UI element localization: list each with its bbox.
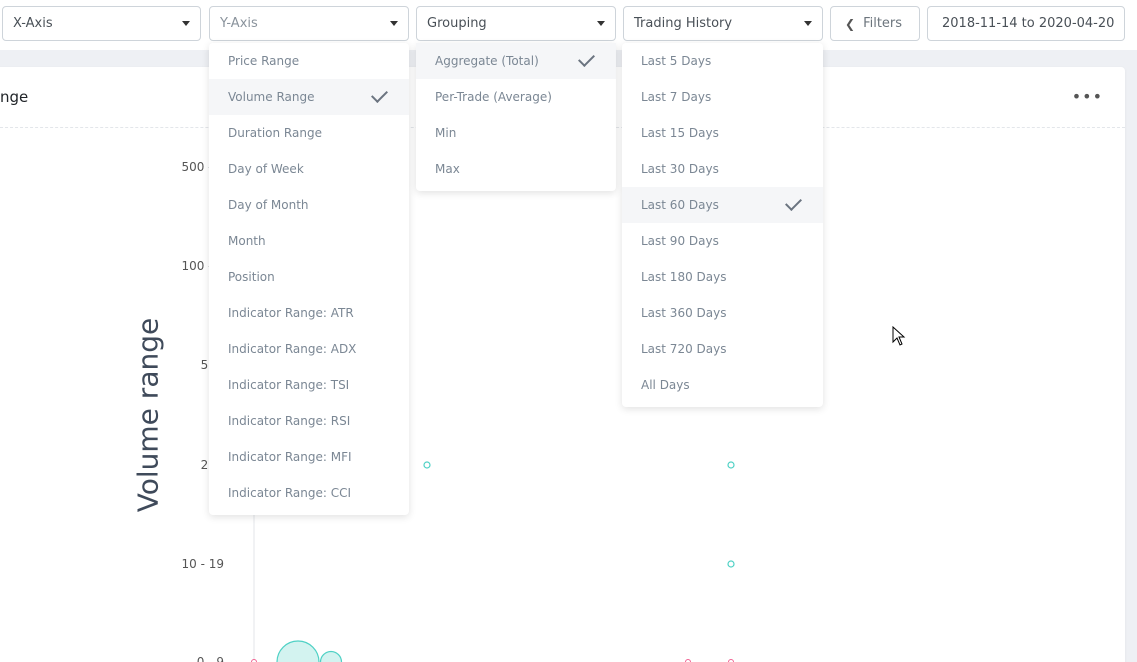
scatter-point bbox=[423, 461, 431, 469]
grouping-dropdown-menu: Aggregate (Total) Per-Trade (Average) Min M… bbox=[416, 43, 616, 191]
caret-down-icon bbox=[804, 21, 812, 26]
history-menu-option[interactable]: Last 7 Days bbox=[622, 79, 823, 115]
yaxis-menu-option[interactable]: Day of Month bbox=[209, 187, 409, 223]
history-menu-option-label: Last 180 Days bbox=[641, 270, 727, 284]
yaxis-menu-option[interactable]: Month bbox=[209, 223, 409, 259]
trading-history-select-label: Trading History bbox=[634, 16, 733, 31]
yaxis-menu-option-label: Indicator Range: CCI bbox=[228, 486, 352, 500]
history-menu-option-label: Last 30 Days bbox=[641, 162, 719, 176]
yaxis-menu-option-label: Position bbox=[228, 270, 275, 284]
card-title: nge bbox=[0, 88, 29, 106]
yaxis-select[interactable]: Y-Axis bbox=[209, 6, 409, 41]
yaxis-select-label: Y-Axis bbox=[220, 16, 258, 31]
chevron-left-icon: ❮ bbox=[845, 16, 856, 31]
history-menu-option[interactable]: Last 360 Days bbox=[622, 295, 823, 331]
yaxis-menu-option-label: Indicator Range: ADX bbox=[228, 342, 357, 356]
history-menu-option-label: Last 90 Days bbox=[641, 234, 719, 248]
yaxis-menu-option[interactable]: Day of Week bbox=[209, 151, 409, 187]
yaxis-menu-option-label: Day of Week bbox=[228, 162, 304, 176]
yaxis-menu-option[interactable]: Indicator Range: ATR bbox=[209, 295, 409, 331]
grouping-menu-option[interactable]: Max bbox=[416, 151, 616, 187]
yaxis-menu-option[interactable]: Volume Range bbox=[209, 79, 409, 115]
history-menu-option-label: Last 5 Days bbox=[641, 54, 712, 68]
yaxis-menu-option-label: Duration Range bbox=[228, 126, 322, 140]
yaxis-menu-option[interactable]: Indicator Range: RSI bbox=[209, 403, 409, 439]
grouping-menu-option[interactable]: Aggregate (Total) bbox=[416, 43, 616, 79]
history-menu-option[interactable]: Last 180 Days bbox=[622, 259, 823, 295]
grouping-select-label: Grouping bbox=[427, 16, 487, 31]
scatter-point bbox=[319, 650, 343, 662]
yaxis-menu-option[interactable]: Indicator Range: CCI bbox=[209, 475, 409, 511]
grouping-menu-option-label: Max bbox=[435, 162, 460, 176]
y-tick-label: 10 - 19 bbox=[182, 557, 225, 571]
grouping-menu-option[interactable]: Per-Trade (Average) bbox=[416, 79, 616, 115]
checkmark-icon bbox=[371, 86, 388, 103]
yaxis-menu-option[interactable]: Indicator Range: MFI bbox=[209, 439, 409, 475]
yaxis-menu-option[interactable]: Indicator Range: TSI bbox=[209, 367, 409, 403]
grouping-menu-option-label: Aggregate (Total) bbox=[435, 54, 539, 68]
yaxis-menu-option-label: Indicator Range: ATR bbox=[228, 306, 354, 320]
yaxis-menu-option[interactable]: Position bbox=[209, 259, 409, 295]
trading-history-select[interactable]: Trading History bbox=[623, 6, 823, 41]
yaxis-menu-option-label: Day of Month bbox=[228, 198, 309, 212]
grouping-menu-option-label: Per-Trade (Average) bbox=[435, 90, 552, 104]
yaxis-menu-option[interactable]: Indicator Range: ADX bbox=[209, 331, 409, 367]
history-menu-option[interactable]: Last 720 Days bbox=[622, 331, 823, 367]
caret-down-icon bbox=[390, 21, 398, 26]
filters-button[interactable]: ❮ Filters bbox=[830, 6, 920, 41]
history-menu-option-label: Last 720 Days bbox=[641, 342, 727, 356]
filters-button-label: Filters bbox=[863, 16, 903, 31]
scatter-chart: 500 - 9100 - 450 -20 -10 - 190 - 9 bbox=[182, 160, 735, 662]
history-menu-option[interactable]: All Days bbox=[622, 367, 823, 403]
yaxis-menu-option-label: Indicator Range: RSI bbox=[228, 414, 351, 428]
history-menu-option[interactable]: Last 60 Days bbox=[622, 187, 823, 223]
grouping-menu-option[interactable]: Min bbox=[416, 115, 616, 151]
history-menu-option-label: All Days bbox=[641, 378, 690, 392]
yaxis-menu-option-label: Indicator Range: MFI bbox=[228, 450, 352, 464]
yaxis-menu-option-label: Month bbox=[228, 234, 266, 248]
yaxis-menu-option-label: Volume Range bbox=[228, 90, 315, 104]
mouse-cursor-icon bbox=[892, 326, 906, 346]
checkmark-icon bbox=[578, 50, 595, 67]
caret-down-icon bbox=[182, 21, 190, 26]
scatter-point bbox=[727, 461, 735, 469]
y-axis-title: Volume range bbox=[131, 317, 165, 513]
date-range-button[interactable]: 2018-11-14 to 2020-04-20 bbox=[927, 6, 1125, 41]
history-menu-option-label: Last 15 Days bbox=[641, 126, 719, 140]
xaxis-select[interactable]: X-Axis bbox=[2, 6, 201, 41]
scatter-point bbox=[727, 560, 735, 568]
yaxis-menu-option[interactable]: Price Range bbox=[209, 43, 409, 79]
grouping-select[interactable]: Grouping bbox=[416, 6, 616, 41]
grouping-menu-option-label: Min bbox=[435, 126, 457, 140]
caret-down-icon bbox=[597, 21, 605, 26]
yaxis-menu-option[interactable]: Duration Range bbox=[209, 115, 409, 151]
yaxis-dropdown-menu: Price Range Volume Range Duration Range Day… bbox=[209, 43, 409, 515]
date-range-label: 2018-11-14 to 2020-04-20 bbox=[942, 16, 1115, 31]
xaxis-select-label: X-Axis bbox=[13, 16, 53, 31]
history-menu-option[interactable]: Last 90 Days bbox=[622, 223, 823, 259]
history-menu-option-label: Last 60 Days bbox=[641, 198, 719, 212]
history-menu-option-label: Last 360 Days bbox=[641, 306, 727, 320]
trading-history-dropdown-menu: Last 5 Days Last 7 Days Last 15 Days Last 3… bbox=[622, 43, 823, 407]
history-menu-option-label: Last 7 Days bbox=[641, 90, 712, 104]
y-tick-label: 0 - 9 bbox=[197, 655, 224, 662]
yaxis-menu-option-label: Indicator Range: TSI bbox=[228, 378, 350, 392]
yaxis-menu-option-label: Price Range bbox=[228, 54, 300, 68]
history-menu-option[interactable]: Last 30 Days bbox=[622, 151, 823, 187]
history-menu-option[interactable]: Last 15 Days bbox=[622, 115, 823, 151]
scatter-point bbox=[276, 640, 320, 662]
history-menu-option[interactable]: Last 5 Days bbox=[622, 43, 823, 79]
ellipsis-icon[interactable]: ••• bbox=[1072, 87, 1103, 106]
checkmark-icon bbox=[785, 194, 802, 211]
